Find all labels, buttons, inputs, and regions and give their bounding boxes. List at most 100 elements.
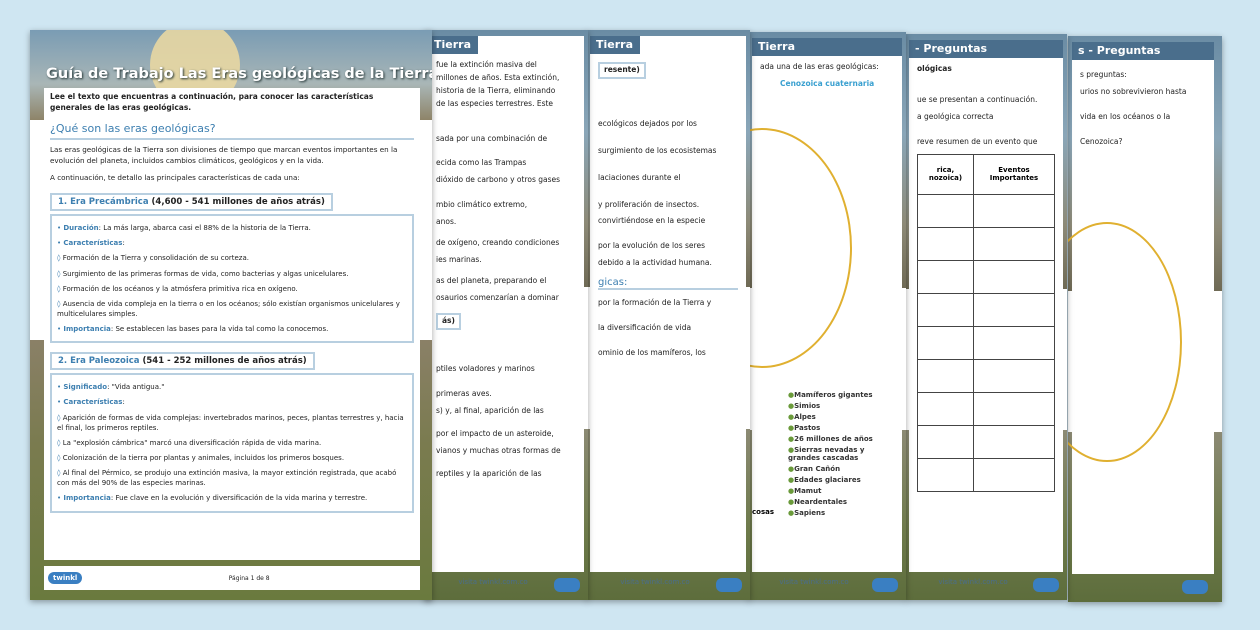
page-2-text-20: reptiles y la aparición de las [436,468,542,478]
section-heading: ¿Qué son las eras geológicas? [50,122,414,140]
page-2-text-2: millones de años. Esta extinción, [436,72,560,82]
page-5-text-2: ue se presentan a continuación. [917,94,1038,104]
page-6-header: s - Preguntas [1072,42,1214,60]
page-5-footer-site: visita twinkl.com.co [938,578,1008,586]
table-row [917,358,1056,393]
legend-item: 26 millones de años [788,435,894,443]
legend-item: Sapiens [788,509,894,517]
page-title: Guía de Trabajo Las Eras geológicas de l… [46,66,432,82]
worksheet-page-6: s - Preguntas s preguntas: urios no sobr… [1068,36,1222,602]
page-2-text-10: de oxígeno, creando condiciones [436,237,560,247]
page-2-text-15: ptiles voladores y marinos [436,364,535,374]
twinkl-logo: twinkl [48,572,83,584]
page-2-header: Tierra [428,36,478,54]
page-5-text-1: ológicas [917,64,952,73]
page-2-text-5: sada por una combinación de [436,133,548,143]
intro-text: Lee el texto que encuentras a continuaci… [50,92,374,112]
page-3-text-2: ecológicos dejados por los [598,118,697,128]
page-5-text-4: reve resumen de un evento que [917,136,1038,146]
page-3-text-9: por la formación de la Tierra y [598,298,712,307]
table-row [917,292,1056,327]
era-1-heading: 1. Era Precámbrica (4,600 - 541 millones… [50,193,333,212]
page-5-text-3: a geológica correcta [917,111,994,121]
page-4-footer-site: visita twinkl.com.co [779,578,849,586]
legend-item: Neardentales [788,498,894,506]
page-6-text-2: urios no sobrevivieron hasta [1080,86,1187,96]
section-body: Las eras geológicas de la Tierra son div… [50,144,398,165]
list-item: Formación de los océanos y la atmósfera … [57,284,407,294]
page-2-text-11: ies marinas. [436,254,482,264]
list-item: Aparición de formas de vida complejas: i… [57,413,407,433]
page-2-text-1: fue la extinción masiva del [436,60,537,69]
worksheet-page-5: - Preguntas ológicas ue se presentan a c… [905,34,1067,600]
page-2-text-14: ás) [436,313,461,331]
page-2-text-9: anos. [436,217,457,226]
page-6-text-3: vida en los océanos o la [1080,111,1171,121]
page-3-text-6: convirtiéndose en la especie [598,216,706,226]
page-3-text-5: y proliferación de insectos. [598,199,700,209]
page-2-text-3: historia de la Tierra, eliminando [436,85,556,95]
worksheet-front-page: Guía de Trabajo Las Eras geológicas de l… [30,30,432,600]
page-4-fragment: cosas [752,508,775,516]
table-row [917,193,1056,228]
page-2-text-18: por el impacto de un asteroide, [436,428,554,438]
timeline-spiral [748,128,852,368]
legend-item: Alpes [788,413,894,421]
brand-badge-icon [715,578,742,592]
table-row [917,391,1056,426]
page-2-text-8: mbio climático extremo, [436,200,528,210]
legend-item: Mamut [788,487,894,495]
page-2-text-7: dióxido de carbono y otros gases [436,175,561,185]
list-item: La "explosión cámbrica" marcó una divers… [57,438,407,448]
page-2-text-4: de las especies terrestres. Este [436,98,554,108]
brand-badge-icon [553,578,580,592]
page-3-heading: gicas: [598,277,738,290]
page-5-header: - Preguntas [909,40,1063,58]
page-4-item: Cenozoica cuaternaria [780,78,875,88]
section-intro-2: A continuación, te detallo las principal… [50,173,300,183]
page-4-header: Tierra [752,38,902,56]
list-item: Colonización de la tierra por plantas y … [57,453,407,463]
era-2-box: Significado: "Vida antigua." Característ… [50,373,414,513]
page-2-text-12: as del planeta, preparando el [436,275,547,285]
list-item: Ausencia de vida compleja en la tierra o… [57,299,407,319]
table-row [917,226,1056,261]
page-3-footer-site: visita twinkl.com.co [620,578,690,586]
page-3-text-1: resente) [598,62,646,79]
page-6-text-4: Cenozoica? [1080,136,1123,146]
legend-item: Pastos [788,424,894,432]
page-6-text-1: s preguntas: [1080,70,1127,79]
legend-item: Gran Cañón [788,465,894,473]
list-item: Formación de la Tierra y consolidación d… [57,253,407,263]
page-3-text-11: ominio de los mamíferos, los [598,347,706,357]
page-3-header: Tierra [590,36,640,54]
page-3-text-10: la diversificación de vida [598,322,692,332]
events-table: rica, nozoica) Eventos Importantes [917,153,1056,492]
page-number: Página 1 de 8 [228,574,270,582]
brand-badge-icon [1182,580,1208,594]
legend-item: Mamíferos gigantes [788,391,894,399]
table-row [917,325,1056,360]
front-footer: twinkl Página 1 de 8 [44,566,420,590]
brand-badge-icon [871,578,898,592]
list-item: Al final del Pérmico, se produjo una ext… [57,468,407,488]
table-row [917,259,1056,294]
timeline-legend: Mamíferos gigantes Simios Alpes Pastos 2… [780,388,902,520]
brand-badge-icon [1032,578,1059,592]
list-item: Surgimiento de las primeras formas de vi… [57,269,407,279]
page-2-text-19: vianos y muchas otras formas de [436,445,561,455]
table-row [917,424,1056,459]
page-2-footer-site: visita twinkl.com.co [458,578,528,586]
era-2-heading: 2. Era Paleozoica (541 - 252 millones de… [50,352,315,371]
worksheet-page-2: Tierra fue la extinción masiva del millo… [424,30,588,600]
page-2-text-17: s) y, al final, aparición de las [436,406,544,415]
legend-item: Simios [788,402,894,410]
page-3-text-7: por la evolución de los seres [598,241,705,251]
worksheet-page-3: Tierra resente) ecológicos dejados por l… [586,30,750,600]
legend-item: Edades glaciares [788,476,894,484]
page-3-text-4: laciaciones durante el [598,172,681,182]
era-1-box: Duración: La más larga, abarca casi el 8… [50,214,414,344]
legend-item: Sierras nevadas y grandes cascadas [788,446,894,462]
table-row [917,457,1056,492]
page-3-text-3: surgimiento de los ecosistemas [598,145,717,155]
